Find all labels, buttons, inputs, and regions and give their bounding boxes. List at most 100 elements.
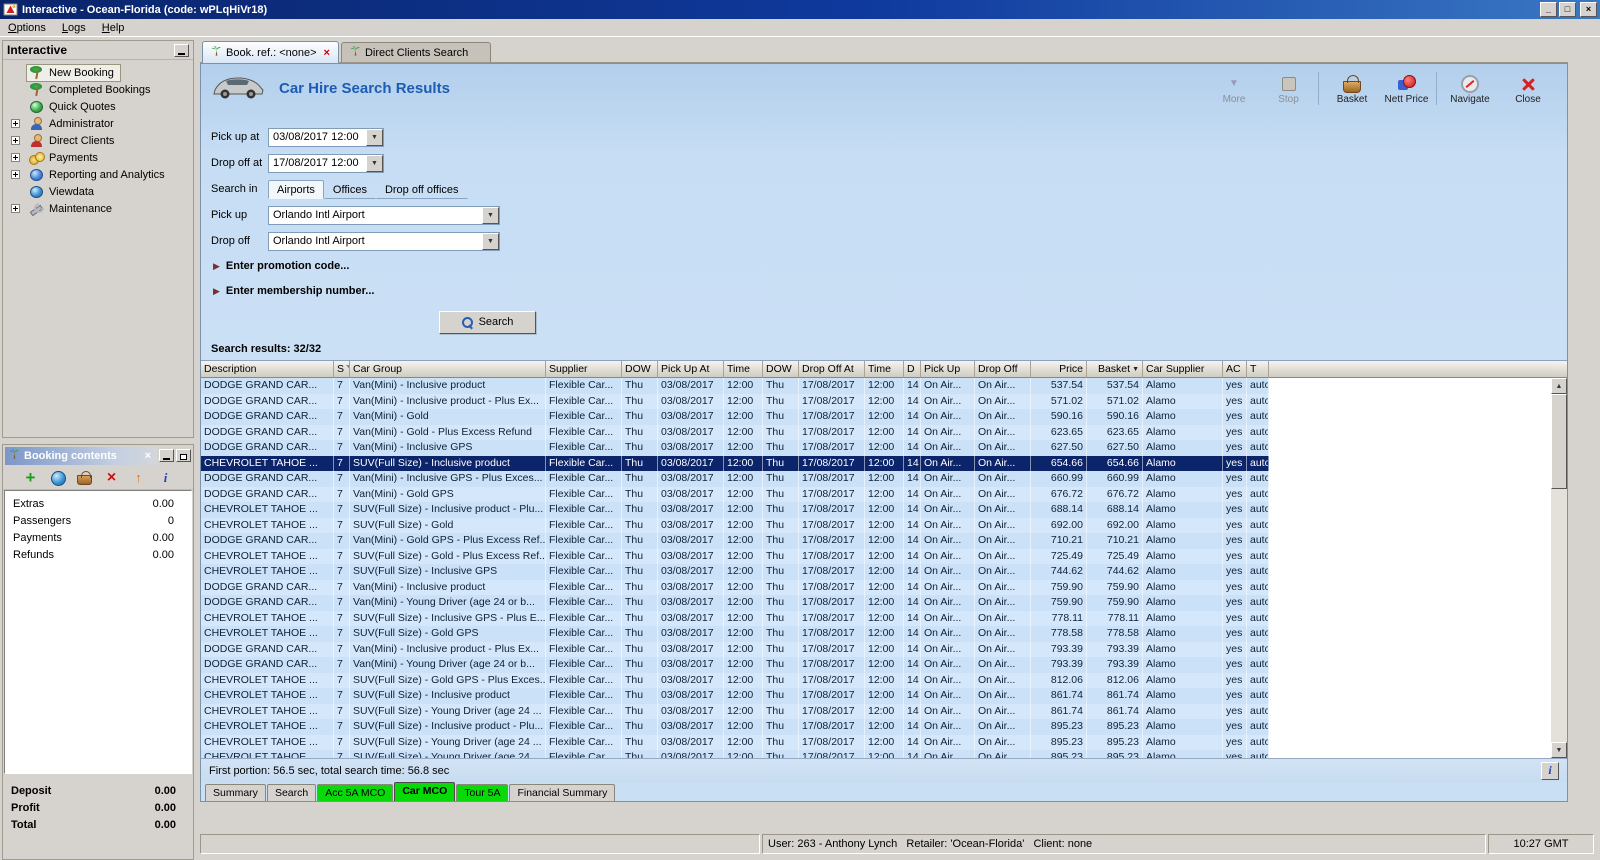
bottom-tab[interactable]: Acc 5A MCO	[317, 784, 394, 801]
toolbar-button[interactable]: More	[1207, 72, 1261, 105]
results-row[interactable]: DODGE GRAND CAR... 7 Van(Mini) - Inclusive…	[201, 471, 1269, 487]
minimize-button[interactable]: _	[1540, 2, 1557, 17]
sidebar-item[interactable]: Completed Bookings	[3, 81, 193, 98]
results-row[interactable]: CHEVROLET TAHOE ... 7 SUV(Full Size) - Inc…	[201, 564, 1269, 580]
results-row[interactable]: DODGE GRAND CAR... 7 Van(Mini) - Young Dri…	[201, 595, 1269, 611]
column-header-pick-up-at[interactable]: Pick Up At	[658, 361, 724, 378]
results-row[interactable]: CHEVROLET TAHOE ... 7 SUV(Full Size) - Gol…	[201, 672, 1269, 688]
globe-icon[interactable]	[50, 470, 66, 486]
menu-item[interactable]: Logs	[54, 20, 94, 36]
bottom-tab[interactable]: Car MCO	[394, 782, 456, 801]
column-header-t[interactable]: T	[1247, 361, 1269, 378]
sidebar-item[interactable]: Viewdata	[3, 183, 193, 200]
results-row[interactable]: CHEVROLET TAHOE ... 7 SUV(Full Size) - Inc…	[201, 455, 1269, 471]
column-header-drop-off-at[interactable]: Drop Off At	[799, 361, 865, 378]
menu-item[interactable]: Help	[94, 20, 133, 36]
column-header-ac[interactable]: AC	[1223, 361, 1247, 378]
column-header-price[interactable]: Price	[1031, 361, 1087, 378]
collapse-panel-button[interactable]	[174, 43, 189, 57]
booking-content-row[interactable]: Refunds 0.00	[5, 546, 191, 563]
bottom-tab[interactable]: Summary	[205, 784, 266, 801]
expand-icon[interactable]	[11, 153, 20, 162]
expand-icon[interactable]	[11, 204, 20, 213]
results-row[interactable]: DODGE GRAND CAR... 7 Van(Mini) - Inclusive…	[201, 393, 1269, 409]
column-header-supplier[interactable]: Supplier	[546, 361, 622, 378]
sidebar-item[interactable]: Administrator	[3, 115, 193, 132]
expand-icon[interactable]	[11, 170, 20, 179]
results-row[interactable]: CHEVROLET TAHOE ... 7 SUV(Full Size) - Inc…	[201, 610, 1269, 626]
workspace-tab[interactable]: Book. ref.: <none> ×	[202, 41, 339, 63]
bottom-tab[interactable]: Tour 5A	[456, 784, 509, 801]
restore-panel-button[interactable]	[176, 449, 191, 462]
column-header-dow-2[interactable]: DOW	[763, 361, 799, 378]
sidebar-item[interactable]: Direct Clients	[3, 132, 193, 149]
delete-icon[interactable]	[104, 470, 120, 486]
expand-icon[interactable]	[11, 119, 20, 128]
scroll-track[interactable]	[1551, 489, 1567, 742]
bottom-tab[interactable]: Financial Summary	[509, 784, 616, 801]
pickup-location-field[interactable]: Orlando Intl Airport ▼	[268, 205, 500, 225]
dropoff-at-field[interactable]: 17/08/2017 12:00 ▼	[268, 153, 384, 173]
results-row[interactable]: DODGE GRAND CAR... 7 Van(Mini) - Inclusive…	[201, 378, 1269, 394]
results-row[interactable]: CHEVROLET TAHOE ... 7 SUV(Full Size) - Inc…	[201, 719, 1269, 735]
promotion-code-expander[interactable]: ▶ Enter promotion code...	[211, 254, 1567, 278]
dropdown-arrow-icon[interactable]: ▼	[366, 154, 383, 172]
close-tab-icon[interactable]: ×	[324, 47, 330, 59]
results-row[interactable]: DODGE GRAND CAR... 7 Van(Mini) - Gold - Pl…	[201, 424, 1269, 440]
sidebar-item[interactable]: Payments	[3, 149, 193, 166]
column-header-d[interactable]: D	[904, 361, 921, 378]
dropdown-arrow-icon[interactable]: ▼	[482, 232, 499, 250]
info-icon[interactable]	[158, 470, 174, 486]
column-header-s[interactable]: S	[334, 361, 350, 378]
column-header-time-2[interactable]: Time	[865, 361, 904, 378]
sidebar-item[interactable]: Maintenance	[3, 200, 193, 217]
scroll-up-button[interactable]: ▲	[1551, 378, 1567, 394]
results-row[interactable]: CHEVROLET TAHOE ... 7 SUV(Full Size) - You…	[201, 734, 1269, 750]
move-up-icon[interactable]	[131, 470, 147, 486]
results-row[interactable]: CHEVROLET TAHOE ... 7 SUV(Full Size) - You…	[201, 703, 1269, 719]
results-row[interactable]: CHEVROLET TAHOE ... 7 SUV(Full Size) - You…	[201, 750, 1269, 758]
booking-content-row[interactable]: Passengers 0	[5, 512, 191, 529]
column-header-description[interactable]: Description	[201, 361, 334, 378]
expand-icon[interactable]	[11, 136, 20, 145]
results-row[interactable]: CHEVROLET TAHOE ... 7 SUV(Full Size) - Inc…	[201, 688, 1269, 704]
booking-content-row[interactable]: Extras 0.00	[5, 495, 191, 512]
maximize-button[interactable]: □	[1559, 2, 1576, 17]
close-button[interactable]: ×	[1580, 2, 1597, 17]
bottom-tab[interactable]: Search	[266, 784, 317, 801]
sidebar-item[interactable]: Reporting and Analytics	[3, 166, 193, 183]
dropoff-location-field[interactable]: Orlando Intl Airport ▼	[268, 231, 500, 251]
results-row[interactable]: DODGE GRAND CAR... 7 Van(Mini) - Young Dri…	[201, 657, 1269, 673]
scroll-down-button[interactable]: ▼	[1551, 742, 1567, 758]
search-in-tab[interactable]: Drop off offices	[375, 180, 468, 199]
scroll-thumb[interactable]	[1551, 394, 1567, 489]
workspace-tab[interactable]: Direct Clients Search ×	[340, 42, 491, 62]
results-row[interactable]: CHEVROLET TAHOE ... 7 SUV(Full Size) - Gol…	[201, 626, 1269, 642]
toolbar-button[interactable]: Basket	[1325, 72, 1379, 105]
results-row[interactable]: CHEVROLET TAHOE ... 7 SUV(Full Size) - Gol…	[201, 548, 1269, 564]
info-button[interactable]: i	[1541, 761, 1559, 780]
results-row[interactable]: DODGE GRAND CAR... 7 Van(Mini) - Inclusive…	[201, 440, 1269, 456]
toolbar-button[interactable]: Stop	[1265, 71, 1319, 105]
pickup-at-field[interactable]: 03/08/2017 12:00 ▼	[268, 127, 384, 147]
search-in-tab[interactable]: Airports	[268, 180, 324, 199]
column-header-time-1[interactable]: Time	[724, 361, 763, 378]
sidebar-item[interactable]: Quick Quotes	[3, 98, 193, 115]
membership-number-expander[interactable]: ▶ Enter membership number...	[211, 278, 1567, 304]
vertical-scrollbar[interactable]: ▲ ▼	[1551, 361, 1567, 758]
column-header-pick-up[interactable]: Pick Up	[921, 361, 975, 378]
dropdown-arrow-icon[interactable]: ▼	[482, 206, 499, 224]
results-row[interactable]: DODGE GRAND CAR... 7 Van(Mini) - Gold GPS F…	[201, 486, 1269, 502]
minimize-panel-button[interactable]	[159, 449, 174, 462]
sidebar-item[interactable]: New Booking	[3, 63, 193, 82]
booking-content-row[interactable]: Payments 0.00	[5, 529, 191, 546]
results-row[interactable]: CHEVROLET TAHOE ... 7 SUV(Full Size) - Inc…	[201, 502, 1269, 518]
results-row[interactable]: DODGE GRAND CAR... 7 Van(Mini) - Inclusive…	[201, 579, 1269, 595]
column-header-car-group[interactable]: Car Group	[350, 361, 546, 378]
toolbar-button[interactable]: Navigate	[1443, 72, 1497, 105]
dropdown-arrow-icon[interactable]: ▼	[366, 128, 383, 146]
search-button[interactable]: Search	[439, 310, 536, 334]
column-header-car-supplier[interactable]: Car Supplier	[1143, 361, 1223, 378]
menu-item[interactable]: Options	[0, 20, 54, 36]
search-in-tab[interactable]: Offices	[323, 180, 376, 199]
